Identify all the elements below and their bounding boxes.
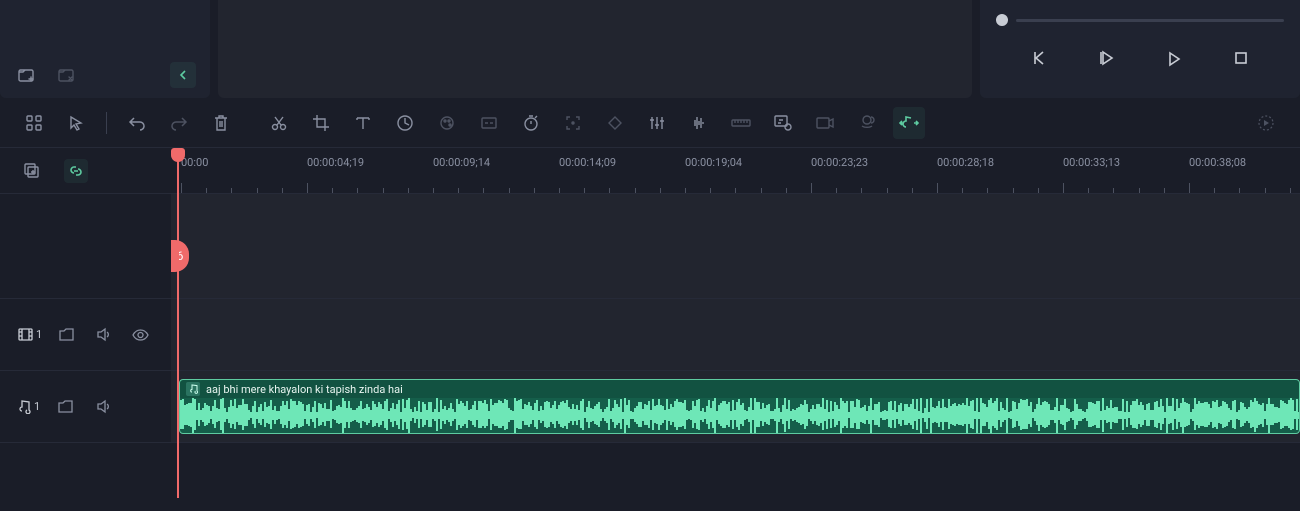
timeline-ruler[interactable]: 00:00 00:00:04;19 00:00:09;14 00:00:14;09 00… (171, 148, 1300, 194)
playhead-handle-icon[interactable] (171, 148, 185, 162)
timer-button[interactable] (515, 107, 547, 139)
audio-clip-title: aaj bhi mere khayalon ki tapish zinda ha… (206, 383, 403, 396)
focus-button[interactable] (557, 107, 589, 139)
track-head-spacer (0, 194, 171, 299)
prev-frame-button[interactable] (1026, 44, 1054, 72)
redo-button[interactable] (163, 107, 195, 139)
video-track-header[interactable]: 1 (0, 299, 171, 371)
preview-area (218, 0, 972, 98)
audio-lane[interactable]: aaj bhi mere khayalon ki tapish zinda ha… (171, 371, 1300, 443)
play-button[interactable] (1093, 44, 1121, 72)
folder-icon[interactable] (54, 322, 79, 348)
cursor-select-icon[interactable] (60, 107, 92, 139)
ruler-label: 00:00 (181, 156, 208, 169)
toolbar-divider (106, 112, 107, 134)
keyframe-button[interactable] (599, 107, 631, 139)
ruler-label: 00:00:23;23 (811, 156, 868, 169)
video-lane[interactable] (171, 299, 1300, 371)
text-button[interactable] (347, 107, 379, 139)
next-frame-button[interactable] (1160, 44, 1188, 72)
ruler-label: 00:00:14;09 (559, 156, 616, 169)
split-button[interactable] (263, 107, 295, 139)
track-body-column: 00:00 00:00:04;19 00:00:09;14 00:00:14;09 00… (171, 148, 1300, 498)
delete-folder-icon[interactable] (54, 62, 80, 88)
ruler-label: 00:00:04;19 (307, 156, 364, 169)
speed-button[interactable] (389, 107, 421, 139)
visibility-icon[interactable] (128, 322, 153, 348)
delete-button[interactable] (205, 107, 237, 139)
new-folder-icon[interactable] (14, 62, 40, 88)
audio-clip[interactable]: aaj bhi mere khayalon ki tapish zinda ha… (179, 379, 1300, 434)
ruler-label: 00:00:38;08 (1189, 156, 1246, 169)
empty-area (171, 443, 1300, 498)
audio-beat-button[interactable] (683, 107, 715, 139)
empty-lane[interactable] (171, 194, 1300, 299)
ruler-label: 00:00:28;18 (937, 156, 994, 169)
caption-button[interactable] (473, 107, 505, 139)
player-panel (980, 0, 1300, 98)
scrub-handle-icon[interactable] (996, 14, 1008, 26)
scrub-track[interactable] (1016, 19, 1284, 22)
music-note-icon (186, 382, 200, 396)
audio-stretch-button[interactable] (893, 107, 925, 139)
ruler-label: 00:00:09;14 (433, 156, 490, 169)
ruler-button[interactable] (725, 107, 757, 139)
mute-icon[interactable] (91, 322, 116, 348)
media-panel (0, 0, 210, 98)
video-track-label: 1 (18, 328, 42, 341)
mute-icon[interactable] (90, 394, 116, 420)
render-button[interactable] (1250, 107, 1282, 139)
timeline-toolbar (0, 98, 1300, 148)
layout-grid-icon[interactable] (18, 107, 50, 139)
color-button[interactable] (431, 107, 463, 139)
track-header-column: 1 1 (0, 148, 171, 498)
camera-button[interactable] (809, 107, 841, 139)
crop-button[interactable] (305, 107, 337, 139)
waveform (180, 398, 1299, 433)
audio-track-header[interactable]: 1 (0, 371, 171, 443)
folder-icon[interactable] (52, 394, 78, 420)
subtitle-button[interactable] (767, 107, 799, 139)
adjust-button[interactable] (641, 107, 673, 139)
audio-track-label: 1 (18, 399, 40, 414)
playhead[interactable] (177, 148, 179, 498)
add-track-button[interactable] (20, 159, 44, 183)
collapse-panel-button[interactable] (170, 62, 196, 88)
voice-button[interactable] (851, 107, 883, 139)
timeline-area: 1 1 00:00 00:00:04;19 00:00:09;14 00:00:14;… (0, 148, 1300, 498)
ruler-label: 00:00:19;04 (685, 156, 742, 169)
link-tracks-button[interactable] (64, 159, 88, 183)
ruler-label: 00:00:33;13 (1063, 156, 1120, 169)
undo-button[interactable] (121, 107, 153, 139)
scrub-bar[interactable] (996, 10, 1284, 30)
stop-button[interactable] (1227, 44, 1255, 72)
